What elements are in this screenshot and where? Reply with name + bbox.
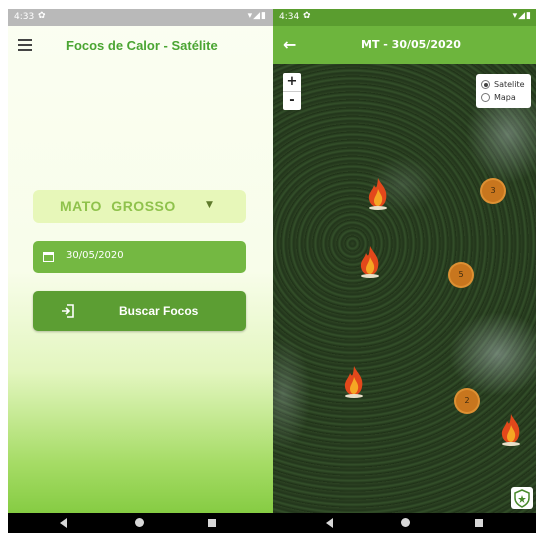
date-field[interactable]: 30/05/2020 — [33, 241, 246, 273]
layer-option-satelite[interactable]: Satelite — [481, 80, 525, 92]
status-time: 4:34 — [279, 12, 300, 22]
shield-button[interactable] — [511, 487, 533, 509]
home-icon[interactable] — [135, 518, 144, 527]
app-bar: ← MT - 30/05/2020 — [273, 26, 536, 64]
map-title: MT - 30/05/2020 — [361, 38, 461, 51]
calendar-icon — [43, 252, 54, 262]
settings-icon: ✿ — [303, 11, 311, 21]
settings-icon: ✿ — [38, 11, 46, 21]
layer-label: Satelite — [494, 80, 525, 89]
radio-icon — [481, 80, 490, 89]
home-icon[interactable] — [401, 518, 410, 527]
layer-label: Mapa — [494, 93, 516, 102]
recent-apps-icon[interactable] — [208, 519, 216, 527]
status-icons: ▾◢▮ — [512, 11, 532, 21]
back-icon[interactable] — [60, 518, 67, 528]
fire-cluster-marker[interactable]: 3 — [480, 178, 506, 204]
fire-cluster-marker[interactable]: 2 — [454, 388, 480, 414]
status-time: 4:33 — [14, 12, 35, 22]
layer-selector: Satelite Mapa — [476, 74, 531, 108]
shield-icon — [514, 489, 530, 508]
state-dropdown[interactable]: MATO GROSSO ▼ — [33, 190, 246, 223]
navigation-bar — [8, 513, 536, 533]
status-icons: ▾◢▮ — [247, 11, 267, 21]
back-arrow-icon[interactable]: ← — [283, 35, 296, 54]
status-bar: 4:34 ✿ ▾◢▮ — [273, 9, 536, 26]
chevron-down-icon: ▼ — [206, 200, 213, 210]
zoom-out-button[interactable]: - — [283, 92, 301, 110]
back-icon[interactable] — [326, 518, 333, 528]
state-select-value: MATO GROSSO — [60, 198, 176, 214]
search-fires-button[interactable]: Buscar Focos — [33, 291, 246, 331]
app-bar: Focos de Calor - Satélite — [8, 26, 273, 66]
right-screen: 4:34 ✿ ▾◢▮ ← MT - 30/05/2020 + - Satelit… — [273, 9, 536, 513]
zoom-in-button[interactable]: + — [283, 73, 301, 92]
fire-icon[interactable] — [366, 177, 390, 211]
fire-icon[interactable] — [358, 245, 382, 279]
search-button-label: Buscar Focos — [119, 304, 199, 318]
fire-cluster-marker[interactable]: 5 — [448, 262, 474, 288]
recent-apps-icon[interactable] — [475, 519, 483, 527]
fire-icon[interactable] — [499, 413, 523, 447]
status-bar: 4:33 ✿ ▾◢▮ — [8, 9, 273, 26]
satellite-map[interactable]: + - Satelite Mapa 3 5 2 — [273, 64, 536, 513]
left-screen: 4:33 ✿ ▾◢▮ Focos de Calor - Satélite MAT… — [8, 9, 273, 513]
date-value: 30/05/2020 — [66, 250, 124, 261]
login-arrow-icon — [62, 304, 74, 318]
app-title: Focos de Calor - Satélite — [66, 38, 218, 53]
fire-icon[interactable] — [342, 365, 366, 399]
layer-option-mapa[interactable]: Mapa — [481, 93, 516, 105]
radio-icon — [481, 93, 490, 102]
hamburger-menu-icon[interactable] — [18, 39, 32, 51]
